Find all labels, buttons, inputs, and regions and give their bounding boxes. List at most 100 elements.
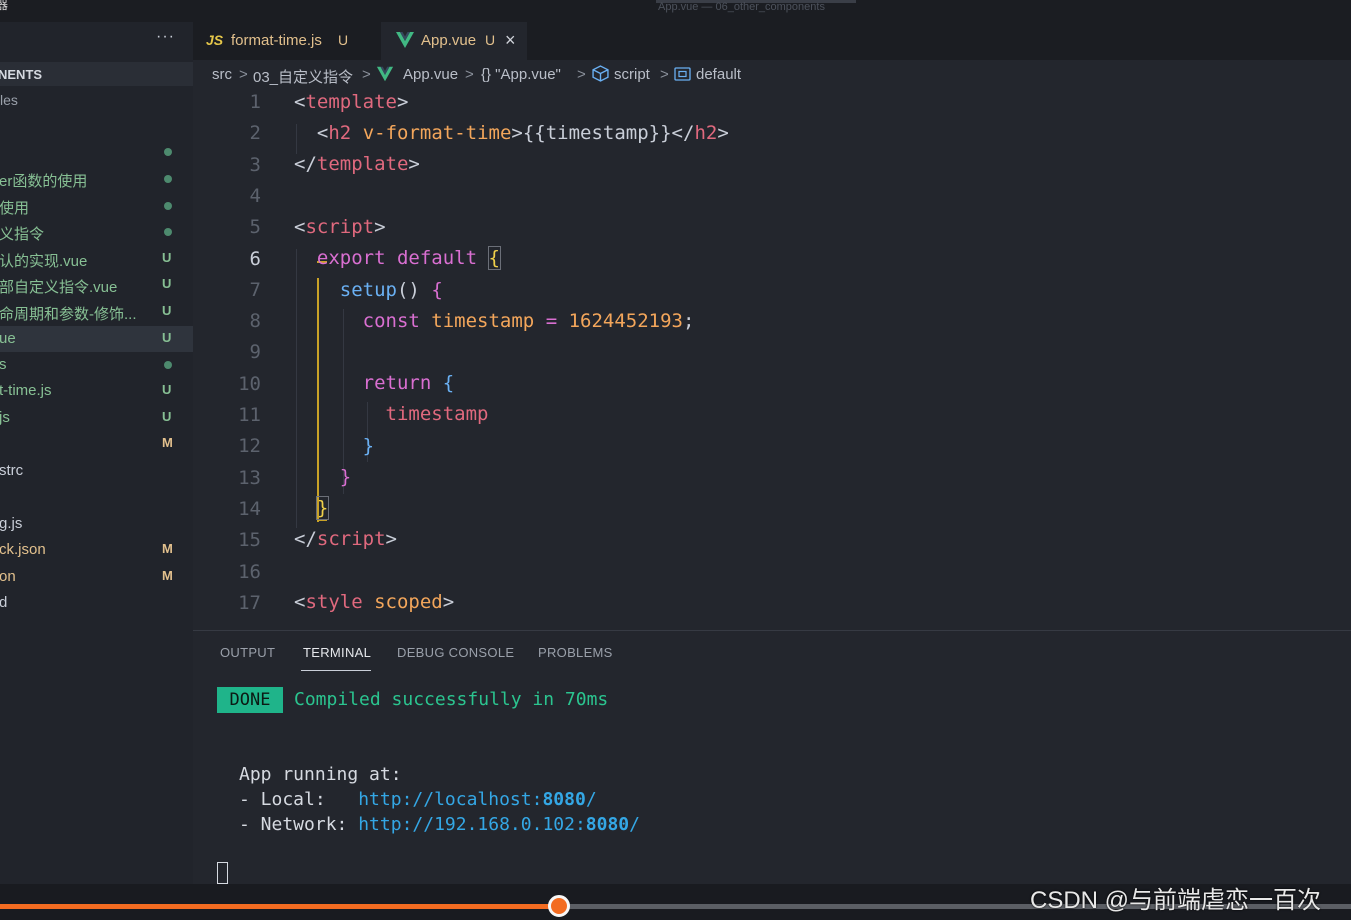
- git-status-dot: [164, 148, 172, 156]
- tree-item[interactable]: 部自定义指令.vue U: [0, 272, 193, 298]
- git-status-badge: M: [162, 541, 173, 556]
- tab-app-vue[interactable]: App.vue U ×: [381, 22, 527, 60]
- tree-item-label: d: [0, 594, 8, 611]
- tree-item[interactable]: d: [0, 590, 193, 616]
- code-line-7: setup() {: [339, 279, 443, 301]
- line-number: 7: [249, 278, 261, 301]
- progress-handle[interactable]: [548, 895, 570, 917]
- tree-item[interactable]: 命周期和参数-修饰... U: [0, 299, 193, 325]
- tree-item-label: g.js: [0, 515, 23, 532]
- compiled-message: Compiled successfully in 70ms: [294, 689, 609, 710]
- line-number: 13: [238, 466, 261, 489]
- tree-item[interactable]: strc: [0, 458, 193, 484]
- tab-problems[interactable]: PROBLEMS: [538, 645, 613, 660]
- tab-format-time-js[interactable]: JS format-time.js U: [193, 22, 381, 60]
- cube-icon: [592, 65, 609, 86]
- explorer-header: ···: [0, 22, 193, 60]
- line-number: 16: [238, 560, 261, 583]
- git-status-dot: [164, 202, 172, 210]
- tree-item-label: er函数的使用: [0, 173, 88, 190]
- line-number: 3: [249, 153, 261, 176]
- local-url-link[interactable]: http://localhost:8080/: [358, 789, 596, 810]
- js-file-icon: JS: [206, 32, 224, 48]
- tab-output[interactable]: OUTPUT: [220, 645, 275, 660]
- tree-item-label: t-time.js: [0, 382, 52, 399]
- title-bar: 器 App.vue — 06_other_components: [0, 0, 1351, 22]
- breadcrumb-file[interactable]: App.vue: [403, 66, 458, 83]
- explorer-sidebar: ··· NENTS les er函数的使用 使用 义指令 认的实现.vue U 部自定义指…: [0, 22, 193, 884]
- active-tab-indicator: [301, 670, 371, 671]
- tree-item-label: 使用: [0, 200, 30, 217]
- code-editor[interactable]: 1 2 3 4 5 6 7 8 9 10 11 12 13 14 15 16 17 <template> <h2…: [193, 88, 1351, 630]
- tree-item[interactable]: [0, 139, 193, 165]
- tab-status-badge: U: [485, 32, 496, 48]
- line-number: 14: [238, 497, 261, 520]
- more-actions-button[interactable]: ···: [156, 28, 175, 46]
- title-edge-text: 器: [0, 0, 9, 12]
- tab-label: format-time.js: [231, 32, 322, 49]
- chevron-right-icon: >: [577, 66, 586, 83]
- tree-item-label: s: [0, 356, 7, 373]
- tree-item[interactable]: [0, 484, 193, 510]
- tree-item[interactable]: 义指令: [0, 219, 193, 245]
- tab-label: App.vue: [421, 32, 477, 49]
- section-subtitle: les: [0, 92, 18, 108]
- git-status-badge: U: [162, 276, 172, 291]
- code-line-10: return {: [362, 372, 455, 394]
- editor-tabs: JS format-time.js U App.vue U ×: [193, 22, 1351, 60]
- line-number: 1: [249, 91, 261, 113]
- breadcrumb-script[interactable]: script: [614, 66, 650, 83]
- window-title: App.vue — 06_other_components: [658, 1, 825, 13]
- git-status-dot: [164, 228, 172, 236]
- git-status-badge: U: [162, 330, 172, 345]
- network-url-link[interactable]: http://192.168.0.102:8080/: [358, 814, 640, 835]
- tab-status-badge: U: [338, 32, 349, 48]
- tree-item-label: ck.json: [0, 541, 46, 558]
- tree-item[interactable]: 使用: [0, 193, 193, 219]
- git-status-badge: U: [162, 303, 172, 318]
- tab-debug-console[interactable]: DEBUG CONSOLE: [397, 645, 514, 660]
- explorer-section-header[interactable]: NENTS: [0, 62, 193, 86]
- chevron-right-icon: >: [465, 66, 474, 83]
- tree-item-label: 认的实现.vue: [0, 253, 88, 270]
- code-line-6: export default {: [316, 246, 502, 270]
- breadcrumb-folder[interactable]: 03_自定义指令: [253, 66, 353, 87]
- chevron-right-icon: >: [362, 66, 371, 83]
- code-line-1: <template>: [294, 91, 409, 113]
- progress-fill: [0, 904, 559, 909]
- breadcrumb-symbol[interactable]: default: [696, 66, 741, 83]
- line-number: 5: [249, 216, 261, 239]
- tree-item[interactable]: on M: [0, 564, 193, 590]
- tab-terminal[interactable]: TERMINAL: [303, 645, 371, 660]
- tree-item[interactable]: ck.json M: [0, 537, 193, 563]
- git-status-badge: U: [162, 409, 172, 424]
- watermark: CSDN @与前端虐恋一百次: [1030, 887, 1322, 914]
- close-icon[interactable]: ×: [505, 30, 516, 51]
- tree-item[interactable]: 认的实现.vue U: [0, 246, 193, 272]
- code-line-3: </template>: [294, 153, 420, 175]
- line-number: 12: [238, 435, 261, 458]
- breadcrumb-src[interactable]: src: [212, 66, 232, 83]
- git-status-badge: U: [162, 250, 172, 265]
- variable-icon: [674, 67, 691, 85]
- network-url-line: - Network: http://192.168.0.102:8080/: [239, 814, 640, 835]
- line-number: 8: [249, 310, 261, 333]
- chevron-right-icon: >: [239, 66, 248, 83]
- app-running-label: App running at:: [239, 764, 402, 785]
- line-number: 10: [238, 372, 261, 395]
- tree-item[interactable]: M: [0, 431, 193, 457]
- tree-item[interactable]: g.js: [0, 511, 193, 537]
- bracket-pair-guide: [317, 519, 327, 521]
- terminal-cursor[interactable]: [217, 862, 228, 884]
- tree-item[interactable]: ue U: [0, 326, 193, 352]
- tree-item-label: js: [0, 409, 10, 426]
- tree-item[interactable]: er函数的使用: [0, 166, 193, 192]
- tree-item[interactable]: s: [0, 352, 193, 378]
- tree-item[interactable]: t-time.js U: [0, 378, 193, 404]
- chevron-right-icon: >: [660, 66, 669, 83]
- local-url-line: - Local: http://localhost:8080/: [239, 789, 597, 810]
- tree-item[interactable]: js U: [0, 405, 193, 431]
- tree-item-label: 部自定义指令.vue: [0, 279, 118, 296]
- tree-item-label: strc: [0, 462, 24, 479]
- breadcrumb-module[interactable]: {} "App.vue": [481, 66, 561, 83]
